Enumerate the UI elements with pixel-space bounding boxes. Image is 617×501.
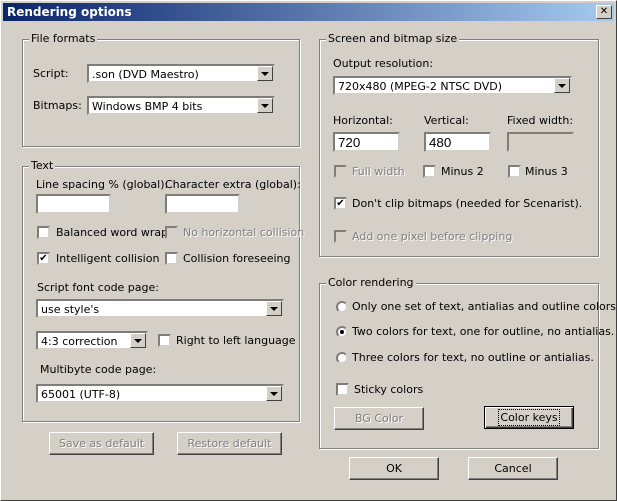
- output-resolution-label: Output resolution:: [333, 57, 434, 70]
- script-format-select[interactable]: .son (DVD Maestro): [87, 64, 275, 83]
- fixed-width-label: Fixed width:: [507, 114, 574, 127]
- restore-default-button[interactable]: Restore default: [177, 432, 282, 455]
- rtl-language-label: Right to left language: [176, 334, 296, 347]
- multibyte-code-page-select[interactable]: 65001 (UTF-8): [36, 384, 284, 403]
- char-extra-label: Character extra (global):: [165, 178, 301, 191]
- full-width-label: Full width: [352, 165, 405, 178]
- intelligent-collision-checkbox[interactable]: ✔: [37, 252, 50, 265]
- close-button[interactable]: ✕: [596, 5, 612, 19]
- add-pixel-checkbox: [334, 230, 347, 243]
- cancel-button[interactable]: Cancel: [468, 457, 558, 480]
- balanced-word-wrap-label: Balanced word wrap: [56, 226, 169, 239]
- title-bar: Rendering options ✕: [3, 3, 614, 21]
- script-label: Script:: [33, 67, 69, 80]
- screen-legend: Screen and bitmap size: [326, 32, 460, 45]
- rendering-options-dialog: Rendering options ✕ File formats Script:…: [0, 0, 617, 501]
- minus-2-label: Minus 2: [441, 165, 484, 178]
- color-keys-button[interactable]: Color keys: [484, 406, 574, 429]
- ok-button[interactable]: OK: [349, 457, 439, 480]
- correction-select[interactable]: 4:3 correction: [36, 331, 148, 350]
- chevron-down-icon[interactable]: [130, 333, 146, 348]
- line-spacing-input[interactable]: [36, 194, 111, 214]
- radio-three-colors-label: Three colors for text, no outline or ant…: [352, 351, 594, 364]
- text-group: Text Line spacing % (global): Character …: [22, 159, 304, 422]
- vertical-label: Vertical:: [424, 114, 469, 127]
- save-as-default-button[interactable]: Save as default: [49, 432, 154, 455]
- multibyte-label: Multibyte code page:: [40, 363, 157, 376]
- bitmaps-format-value: Windows BMP 4 bits: [92, 100, 203, 113]
- sticky-colors-checkbox[interactable]: [336, 383, 349, 396]
- char-extra-input[interactable]: [165, 194, 240, 214]
- dont-clip-bitmaps-checkbox[interactable]: ✔: [334, 197, 347, 210]
- collision-foreseeing-checkbox[interactable]: [165, 252, 178, 265]
- line-spacing-label: Line spacing % (global):: [36, 178, 169, 191]
- color-keys-label: Color keys: [498, 409, 560, 426]
- bg-color-button[interactable]: BG Color: [334, 407, 424, 430]
- full-width-checkbox: [334, 165, 347, 178]
- sticky-colors-label: Sticky colors: [354, 383, 424, 396]
- text-legend: Text: [29, 159, 56, 172]
- chevron-down-icon[interactable]: [266, 386, 282, 401]
- minus-3-checkbox[interactable]: [508, 165, 521, 178]
- script-format-value: .son (DVD Maestro): [92, 68, 199, 81]
- output-resolution-select[interactable]: 720x480 (MPEG-2 NTSC DVD): [333, 76, 572, 95]
- color-rendering-group: Color rendering Only one set of text, an…: [319, 276, 617, 449]
- radio-one-set-colors-label: Only one set of text, antialias and outl…: [352, 300, 617, 313]
- minus-3-label: Minus 3: [525, 165, 568, 178]
- fixed-width-input: [507, 132, 574, 152]
- chevron-down-icon[interactable]: [266, 301, 282, 316]
- bitmaps-label: Bitmaps:: [33, 99, 82, 112]
- radio-three-colors[interactable]: [336, 352, 348, 364]
- output-resolution-value: 720x480 (MPEG-2 NTSC DVD): [338, 80, 503, 93]
- color-legend: Color rendering: [326, 276, 416, 289]
- script-font-code-page-value: use style's: [41, 303, 100, 316]
- collision-foreseeing-label: Collision foreseeing: [183, 252, 291, 265]
- balanced-word-wrap-checkbox[interactable]: [37, 226, 50, 239]
- bitmaps-format-select[interactable]: Windows BMP 4 bits: [87, 96, 275, 115]
- no-horizontal-collision-label: No horizontal collision: [183, 226, 305, 239]
- file-formats-legend: File formats: [29, 32, 98, 45]
- radio-one-set-colors[interactable]: [336, 301, 348, 313]
- rtl-language-checkbox[interactable]: [158, 334, 171, 347]
- chevron-down-icon[interactable]: [554, 78, 570, 93]
- radio-two-colors-label: Two colors for text, one for outline, no…: [352, 325, 615, 338]
- intelligent-collision-label: Intelligent collision: [56, 252, 160, 265]
- no-horizontal-collision-checkbox: [165, 226, 178, 239]
- radio-selected-dot: [340, 330, 344, 334]
- window-title: Rendering options: [7, 5, 132, 19]
- vertical-input[interactable]: [424, 132, 491, 152]
- script-font-code-page-label: Script font code page:: [37, 281, 159, 294]
- dont-clip-bitmaps-label: Don't clip bitmaps (needed for Scenarist…: [352, 197, 583, 210]
- minus-2-checkbox[interactable]: [423, 165, 436, 178]
- radio-two-colors[interactable]: [336, 326, 348, 338]
- script-font-code-page-select[interactable]: use style's: [36, 299, 284, 318]
- correction-value: 4:3 correction: [41, 335, 118, 348]
- multibyte-code-page-value: 65001 (UTF-8): [41, 388, 121, 401]
- file-formats-group: File formats Script: .son (DVD Maestro) …: [22, 32, 300, 147]
- horizontal-input[interactable]: [333, 132, 400, 152]
- screen-bitmap-size-group: Screen and bitmap size Output resolution…: [319, 32, 599, 257]
- chevron-down-icon[interactable]: [257, 98, 273, 113]
- horizontal-label: Horizontal:: [333, 114, 393, 127]
- add-pixel-label: Add one pixel before clipping: [352, 230, 513, 243]
- chevron-down-icon[interactable]: [257, 66, 273, 81]
